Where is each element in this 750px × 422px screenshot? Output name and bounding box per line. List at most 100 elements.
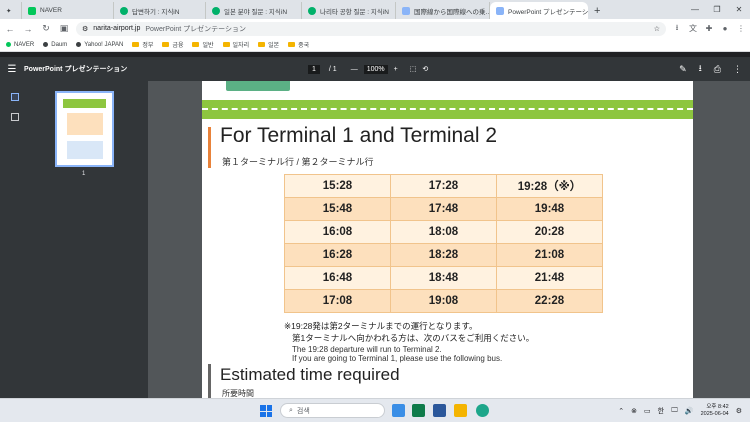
note-japanese-2: 第1ターミナルへ向かわれる方は、次のバスをご利用ください。 <box>292 333 535 343</box>
estimated-time-heading: Estimated time required <box>220 365 400 384</box>
bookmark-folder-japan[interactable]: 일본 <box>258 40 279 49</box>
taskbar: ⌕ 검색 ⌃ ⊗ ▭ 한 🖵 🔊 오후 8:42 2025-06-04 ⚙ <box>0 398 750 422</box>
clock-time: 오후 8:42 <box>706 404 729 410</box>
tab-intl-transfer[interactable]: 国際線から国際線への乗… <box>396 2 490 19</box>
tab-naver[interactable]: NAVER <box>22 2 114 19</box>
tab-jisik-answer[interactable]: 답변하기 : 지식iN <box>114 2 206 19</box>
windows-start-icon[interactable] <box>260 405 272 417</box>
thumbnails-view-icon[interactable] <box>11 93 19 101</box>
restore-icon[interactable]: ❐ <box>706 5 728 14</box>
bookmark-folder-finance[interactable]: 금융 <box>162 40 183 49</box>
close-window-icon[interactable]: ✕ <box>728 5 750 14</box>
more-options-icon[interactable]: ⋮ <box>733 64 742 75</box>
tab-jisik-narita[interactable]: 나리타 공항 질문 : 지식iN <box>302 2 396 19</box>
tab-jisik-japan[interactable]: 일본 분야 질문 : 지식iN <box>206 2 302 19</box>
zoom-in-icon[interactable]: + <box>394 66 398 73</box>
bookmark-daum[interactable]: Daum <box>43 42 67 48</box>
zoom-out-icon[interactable]: — <box>351 66 358 73</box>
pdf-actions: ✎ ⭳ ⎙ ⋮ <box>679 57 742 81</box>
browser-toolbar: ← → ↻ ▣ ⚙ narita-airport.jp PowerPoint プ… <box>0 19 750 38</box>
site-info-icon[interactable]: ⚙ <box>82 25 88 33</box>
bookmark-label: Daum <box>51 41 68 48</box>
settings-icon[interactable]: ⚙ <box>736 407 742 415</box>
address-title: PowerPoint プレゼンテーション <box>145 25 246 33</box>
tab-label: PowerPoint プレゼンテーション <box>508 8 588 16</box>
bookmark-folder-gov[interactable]: 정부 <box>132 40 153 49</box>
chrome-app-icon[interactable] <box>476 404 489 417</box>
naver-favicon-icon <box>28 6 36 15</box>
bookmark-yahoo[interactable]: Yahoo! JAPAN <box>76 42 123 48</box>
zoom-input[interactable]: 100% <box>363 64 388 74</box>
table-row: 16:48 18:48 21:48 <box>284 266 603 290</box>
tab-search-icon[interactable]: ✦ <box>0 2 22 19</box>
tray-chevron-icon[interactable]: ⌃ <box>618 407 624 415</box>
excel-app-icon[interactable] <box>412 404 425 417</box>
page-number-input[interactable]: 1 <box>308 64 320 74</box>
time-cell: 19:08 <box>390 289 497 313</box>
puzzle-icon[interactable]: ✚ <box>704 24 714 33</box>
annotate-pen-icon[interactable]: ✎ <box>679 64 687 75</box>
bookmarks-bar: NAVER Daum Yahoo! JAPAN 정부 금융 일반 일자리 일본 … <box>0 38 750 52</box>
volume-icon[interactable]: 🔊 <box>685 407 694 415</box>
time-cell: 19:28（※） <box>496 174 603 198</box>
taskbar-search[interactable]: ⌕ 검색 <box>280 403 385 418</box>
bookmark-naver[interactable]: NAVER <box>6 42 34 48</box>
extension-icon[interactable]: ▣ <box>58 23 70 34</box>
file-explorer-icon[interactable] <box>454 404 467 417</box>
fit-page-icon[interactable]: ⬚ <box>410 65 417 73</box>
time-cell: 16:08 <box>284 220 391 244</box>
time-cell: 17:48 <box>390 197 497 221</box>
folder-icon <box>288 42 296 47</box>
tab-label: NAVER <box>40 7 62 14</box>
download-icon[interactable]: ⭳ <box>672 22 682 36</box>
folder-icon <box>258 42 266 47</box>
tray-close-circle-icon[interactable]: ⊗ <box>631 407 637 415</box>
pdf-viewer[interactable]: For Terminal 1 and Terminal 2 第１ターミナル行 /… <box>148 81 750 398</box>
network-icon[interactable]: 🖵 <box>671 407 678 415</box>
print-icon[interactable]: ⎙ <box>714 64 721 75</box>
yahoo-bookmark-icon <box>76 42 82 47</box>
ime-indicator[interactable]: 한 <box>658 406 664 416</box>
forward-icon[interactable]: → <box>22 24 34 34</box>
back-icon[interactable]: ← <box>4 24 16 34</box>
reload-icon[interactable]: ↻ <box>40 23 52 34</box>
bookmark-folder-jobs[interactable]: 일자리 <box>222 40 249 49</box>
time-cell: 22:28 <box>496 289 603 313</box>
notification-icon[interactable]: ▭ <box>644 407 651 415</box>
time-cell: 16:28 <box>284 243 391 267</box>
time-cell: 18:48 <box>390 266 497 290</box>
tab-powerpoint[interactable]: PowerPoint プレゼンテーション✕ <box>490 2 588 19</box>
thumb-table <box>67 113 103 135</box>
jisikin-favicon-icon <box>308 6 316 15</box>
address-bar[interactable]: ⚙ narita-airport.jp PowerPoint プレゼンテーション… <box>76 21 666 36</box>
system-tray: ⌃ ⊗ ▭ 한 🖵 🔊 오후 8:42 2025-06-04 ⚙ <box>618 399 742 422</box>
translate-icon[interactable]: 文 <box>688 23 698 34</box>
word-app-icon[interactable] <box>433 404 446 417</box>
bookmark-star-icon[interactable]: ☆ <box>654 25 660 33</box>
bookmark-folder-china[interactable]: 중국 <box>288 40 309 49</box>
folder-icon <box>162 42 170 47</box>
daum-bookmark-icon <box>43 42 49 47</box>
search-placeholder: 검색 <box>296 407 310 415</box>
tab-label: 나리타 공항 질문 : 지식iN <box>320 8 389 16</box>
terminal-subheading: 第１ターミナル行 / 第２ターミナル行 <box>222 157 374 167</box>
table-row: 16:08 18:08 20:28 <box>284 220 603 244</box>
page-thumbnail[interactable] <box>55 91 114 167</box>
outline-view-icon[interactable] <box>11 113 19 121</box>
widgets-app-icon[interactable] <box>392 404 405 417</box>
bookmark-folder-general[interactable]: 일반 <box>192 40 214 49</box>
new-tab-button[interactable]: + <box>588 2 606 19</box>
tab-label: 일본 분야 질문 : 지식iN <box>224 8 288 16</box>
menu-dots-icon[interactable]: ⋮ <box>736 24 746 33</box>
clock[interactable]: 오후 8:42 2025-06-04 <box>701 404 729 418</box>
minimize-icon[interactable]: — <box>684 5 706 14</box>
tab-strip: ✦ NAVER 답변하기 : 지식iN 일본 분야 질문 : 지식iN 나리타 … <box>0 0 750 19</box>
rotate-icon[interactable]: ⟲ <box>422 65 428 73</box>
profile-icon[interactable]: ● <box>720 24 730 33</box>
note-japanese-1: ※19:28発は第2ターミナルまでの運行となります。 <box>284 321 478 331</box>
terminal-heading: For Terminal 1 and Terminal 2 <box>220 124 498 147</box>
bookmark-label: 정부 <box>142 43 154 49</box>
sidebar-menu-icon[interactable]: ☰ <box>0 64 24 75</box>
table-row: 17:08 19:08 22:28 <box>284 289 603 313</box>
download-pdf-icon[interactable]: ⭳ <box>699 61 702 77</box>
